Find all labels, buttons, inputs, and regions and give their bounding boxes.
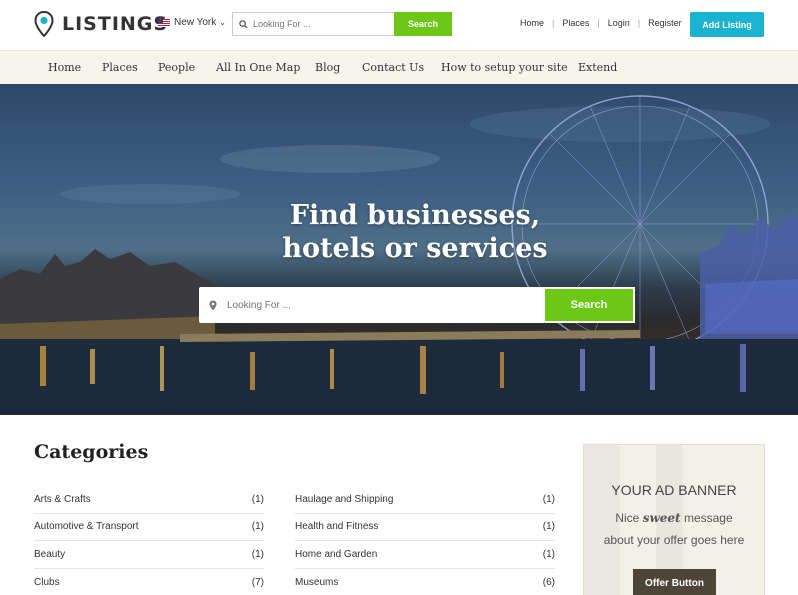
top-links: Home | Places | Login | Register: [520, 18, 682, 28]
us-flag-icon: [158, 18, 170, 27]
category-row[interactable]: Clubs (7): [34, 569, 264, 595]
category-row[interactable]: Haulage and Shipping (1): [295, 486, 555, 514]
top-link-register[interactable]: Register: [648, 18, 682, 28]
hero-title-line1: Find businesses,: [289, 200, 541, 231]
ad-line1-emphasis: sweet: [642, 511, 681, 525]
hero-banner: Find businesses, hotels or services Sear…: [0, 84, 798, 415]
nav-item-places[interactable]: Places: [102, 61, 138, 74]
main-nav: Home Places People All In One Map Blog C…: [0, 50, 798, 84]
logo-text: LISTINGS: [62, 13, 169, 35]
category-name: Arts & Crafts: [34, 493, 91, 505]
category-row[interactable]: Home and Garden (1): [295, 541, 555, 569]
category-count: (1): [251, 493, 264, 505]
category-row[interactable]: Museums (6): [295, 569, 555, 595]
map-pin-logo-icon: [34, 11, 54, 37]
category-name: Automotive & Transport: [34, 521, 139, 533]
categories-column-right: Haulage and Shipping (1) Health and Fitn…: [295, 486, 555, 595]
nav-item-setup-site[interactable]: How to setup your site: [441, 61, 568, 74]
top-header: LISTINGS New York ⌄ Search Home | Places…: [0, 0, 798, 50]
category-name: Haulage and Shipping: [295, 493, 394, 505]
location-pin-icon: [199, 287, 227, 323]
header-search: Search: [232, 12, 452, 36]
top-link-login[interactable]: Login: [608, 18, 630, 28]
category-row[interactable]: Automotive & Transport (1): [34, 514, 264, 541]
hero-search-button[interactable]: Search: [543, 287, 635, 323]
link-separator: |: [552, 18, 555, 28]
ad-banner[interactable]: YOUR AD BANNER Nice sweet message about …: [583, 444, 765, 595]
nav-item-people[interactable]: People: [158, 61, 195, 74]
ad-message-line2: about your offer goes here: [603, 533, 745, 547]
link-separator: |: [597, 18, 600, 28]
categories-title: Categories: [34, 441, 149, 463]
hero-search: Search: [199, 287, 635, 323]
header-search-button[interactable]: Search: [394, 12, 452, 36]
category-count: (1): [251, 548, 264, 560]
add-listing-button[interactable]: Add Listing: [690, 12, 764, 37]
ad-message-line1: Nice sweet message: [584, 511, 764, 525]
nav-item-blog[interactable]: Blog: [315, 61, 340, 74]
link-separator: |: [637, 18, 641, 28]
search-icon: [233, 13, 253, 35]
category-name: Museums: [295, 576, 339, 588]
hero-title-line2: hotels or services: [282, 233, 548, 264]
category-count: (1): [542, 521, 555, 533]
offer-button[interactable]: Offer Button: [633, 569, 716, 595]
top-link-home[interactable]: Home: [520, 18, 544, 28]
category-row[interactable]: Arts & Crafts (1): [34, 486, 264, 514]
nav-item-all-in-one-map[interactable]: All In One Map: [216, 61, 300, 74]
hero-search-input[interactable]: [227, 287, 543, 323]
categories-column-left: Arts & Crafts (1) Automotive & Transport…: [34, 486, 264, 595]
category-name: Clubs: [34, 576, 60, 588]
category-row[interactable]: Beauty (1): [34, 541, 264, 569]
category-name: Home and Garden: [295, 548, 378, 560]
chevron-down-icon: ⌄: [219, 18, 226, 27]
ad-line1-post: message: [683, 511, 733, 525]
category-count: (1): [251, 521, 264, 533]
logo[interactable]: LISTINGS: [34, 11, 168, 37]
nav-item-home[interactable]: Home: [48, 61, 81, 74]
category-row[interactable]: Health and Fitness (1): [295, 514, 555, 541]
city-selector[interactable]: New York ⌄: [158, 17, 226, 28]
category-name: Beauty: [34, 548, 66, 560]
category-count: (1): [542, 493, 555, 505]
header-search-input[interactable]: [253, 13, 394, 35]
category-count: (7): [251, 576, 264, 588]
nav-item-contact-us[interactable]: Contact Us: [362, 61, 424, 74]
category-name: Health and Fitness: [295, 521, 379, 533]
nav-item-extend[interactable]: Extend: [578, 61, 617, 74]
category-count: (6): [542, 576, 555, 588]
city-label: New York: [174, 17, 217, 28]
ad-title: YOUR AD BANNER: [611, 482, 737, 498]
top-link-places[interactable]: Places: [562, 18, 589, 28]
hero-title: Find businesses, hotels or services: [230, 199, 600, 265]
ad-line1-pre: Nice: [615, 511, 640, 525]
category-count: (1): [542, 548, 555, 560]
